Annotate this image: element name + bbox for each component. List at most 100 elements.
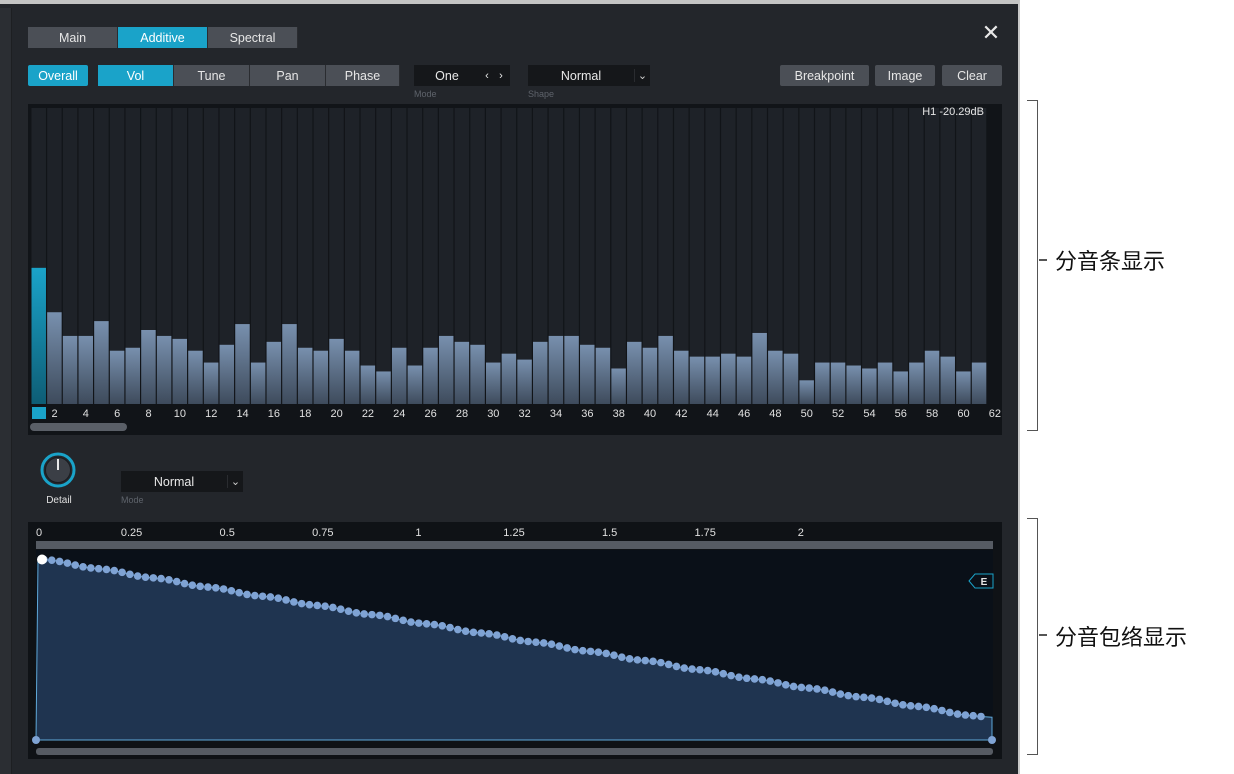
envelope-breakpoint[interactable] [672, 662, 681, 671]
envelope-breakpoint[interactable] [813, 685, 821, 693]
partial-bar[interactable] [548, 335, 564, 404]
envelope-breakpoint[interactable] [368, 610, 376, 619]
partial-bar[interactable] [736, 356, 752, 404]
envelope-breakpoint[interactable] [781, 681, 790, 689]
partial-bar[interactable] [188, 350, 203, 404]
envelope-breakpoint[interactable] [227, 586, 236, 595]
envelope-breakpoint[interactable] [290, 598, 298, 606]
envelope-breakpoint[interactable] [375, 611, 384, 620]
partial-bar[interactable] [172, 338, 188, 404]
envelope-breakpoint[interactable] [360, 610, 368, 618]
envelope-breakpoint[interactable] [758, 675, 767, 684]
partial-bar[interactable] [297, 347, 313, 404]
envelope-breakpoint[interactable] [251, 591, 259, 600]
envelope-breakpoint[interactable] [821, 686, 829, 695]
envelope-breakpoint[interactable] [969, 711, 977, 720]
envelope-breakpoint[interactable] [844, 691, 853, 700]
envelope-breakpoint[interactable] [204, 583, 212, 591]
partial-bar[interactable] [407, 365, 423, 404]
partial-bar[interactable] [501, 353, 517, 404]
detail-mode-dropdown[interactable]: Normal ⌄ [121, 471, 243, 492]
partial-slot[interactable] [203, 108, 219, 404]
envelope-breakpoint[interactable] [961, 711, 970, 719]
partial-bar[interactable] [533, 341, 548, 404]
envelope-breakpoint[interactable] [883, 697, 892, 706]
partial-bar[interactable] [627, 341, 642, 404]
tab-phase[interactable]: Phase [326, 65, 400, 86]
envelope-breakpoint[interactable] [875, 695, 884, 704]
partial-bar[interactable] [94, 321, 109, 404]
partial-bar[interactable] [580, 344, 595, 404]
partial-slot[interactable] [956, 108, 971, 404]
envelope-breakpoint[interactable] [313, 601, 322, 610]
envelope-breakpoint[interactable] [914, 702, 923, 711]
partial-bar[interactable] [62, 335, 78, 404]
partial-bar[interactable] [877, 362, 893, 404]
partial-bar[interactable] [783, 353, 799, 404]
partial-slot[interactable] [407, 108, 423, 404]
envelope-breakpoint[interactable] [165, 575, 173, 584]
envelope-breakpoint[interactable] [805, 684, 814, 692]
partial-bar[interactable] [423, 347, 438, 404]
envelope-breakpoint[interactable] [899, 701, 907, 709]
envelope-breakpoint[interactable] [469, 628, 478, 637]
partial-bar[interactable] [109, 350, 125, 404]
partial-slot[interactable] [799, 108, 814, 404]
envelope-breakpoint[interactable] [172, 577, 181, 586]
close-icon[interactable]: ✕ [980, 22, 1002, 44]
partial-bar[interactable] [815, 362, 830, 404]
envelope-breakpoint[interactable] [727, 671, 735, 680]
envelope-breakpoint[interactable] [235, 588, 244, 597]
partial-slot[interactable] [893, 108, 908, 404]
image-button[interactable]: Image [875, 65, 935, 86]
envelope-breakpoint[interactable] [945, 708, 954, 717]
envelope-breakpoint[interactable] [149, 574, 158, 582]
partial-bar[interactable] [485, 362, 501, 404]
envelope-breakpoint[interactable] [938, 706, 946, 715]
partial-slot[interactable] [846, 108, 861, 404]
partial-bar[interactable] [344, 350, 360, 404]
partial-bar[interactable] [31, 267, 46, 404]
sustain-node[interactable] [37, 554, 47, 565]
partial-bar[interactable] [376, 371, 391, 404]
next-arrow-icon[interactable]: › [494, 70, 508, 82]
envelope-breakpoint[interactable] [578, 646, 587, 655]
envelope-breakpoint[interactable] [703, 666, 712, 675]
partial-bar[interactable] [611, 368, 626, 404]
envelope-breakpoint[interactable] [860, 693, 868, 702]
envelope-breakpoint[interactable] [415, 619, 423, 627]
envelope-breakpoint[interactable] [774, 679, 782, 687]
envelope-breakpoint[interactable] [274, 594, 283, 602]
envelope-breakpoint[interactable] [485, 629, 493, 638]
detail-knob[interactable] [40, 452, 76, 488]
partial-bar[interactable] [909, 362, 924, 404]
partial-bar[interactable] [768, 350, 783, 404]
envelope-breakpoint[interactable] [180, 579, 189, 588]
envelope-breakpoint[interactable] [906, 702, 915, 710]
envelope-breakpoint[interactable] [852, 692, 860, 701]
partial-slot[interactable] [909, 108, 924, 404]
envelope-breakpoint[interactable] [586, 647, 595, 656]
partial-bar[interactable] [235, 324, 250, 404]
partial-slot[interactable] [815, 108, 830, 404]
envelope-breakpoint[interactable] [594, 648, 603, 656]
envelope-breakpoint[interactable] [930, 704, 938, 713]
partial-bar[interactable] [893, 371, 908, 404]
partial-bar[interactable] [250, 362, 266, 404]
envelope-breakpoint[interactable] [211, 583, 220, 592]
partial-slot[interactable] [376, 108, 391, 404]
envelope-breakpoint[interactable] [266, 593, 275, 601]
envelope-breakpoint[interactable] [438, 622, 447, 630]
envelope-breakpoint[interactable] [141, 573, 150, 581]
partial-bar[interactable] [391, 347, 407, 404]
envelope-end-node[interactable] [988, 736, 996, 744]
partial-bar[interactable] [689, 356, 705, 404]
envelope-breakpoint[interactable] [454, 625, 462, 634]
partial-bar[interactable] [313, 350, 329, 404]
envelope-breakpoint[interactable] [735, 673, 743, 682]
envelope-breakpoint[interactable] [836, 690, 845, 698]
partial-bar[interactable] [470, 344, 485, 404]
envelope-breakpoint[interactable] [797, 683, 806, 692]
envelope-breakpoint[interactable] [110, 566, 119, 575]
envelope-breakpoint[interactable] [188, 581, 197, 590]
